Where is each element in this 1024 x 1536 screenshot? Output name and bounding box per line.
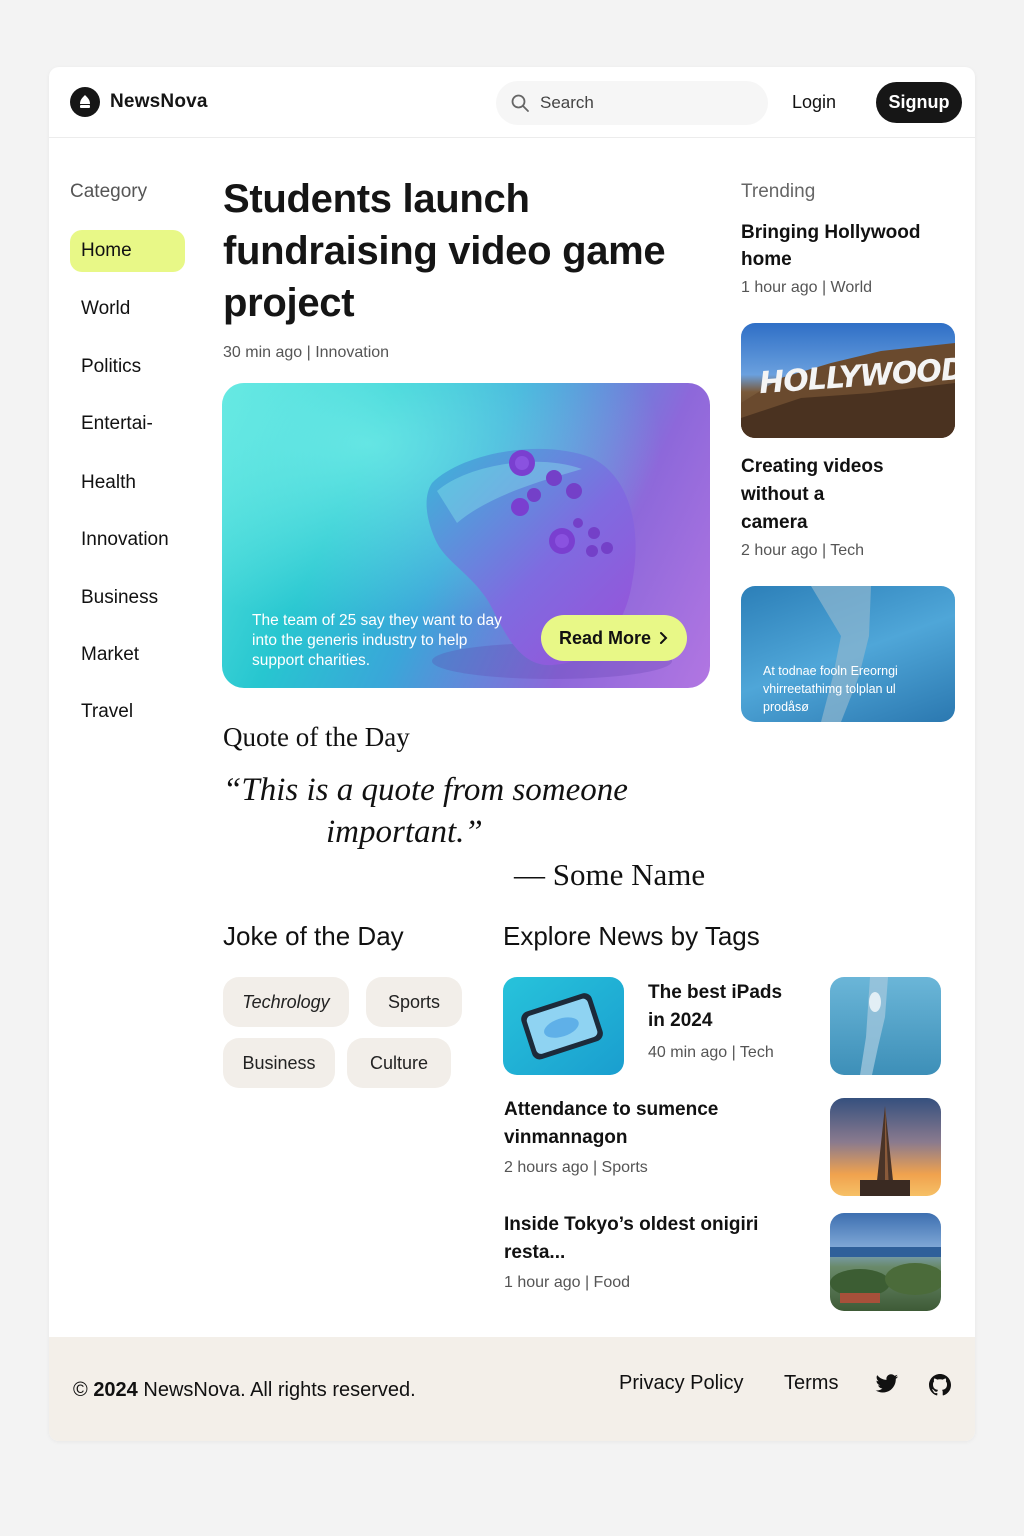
article-title-ipads[interactable]: The best iPads in 2024 [648, 979, 782, 1035]
article-title-line: resta... [504, 1242, 566, 1263]
sidebar-item-market[interactable]: Market [70, 634, 185, 676]
category-heading: Category [70, 181, 148, 202]
statue-image [860, 977, 888, 1075]
joke-heading: Joke of the Day [223, 921, 404, 951]
sidebar-item-health[interactable]: Health [70, 462, 185, 504]
sidebar-item-home[interactable]: Home [70, 230, 185, 272]
trending-title-line: home [741, 249, 792, 270]
hero-summary: The team of 25 say they want to day into… [252, 612, 502, 669]
trending-title-line: camera [741, 512, 808, 533]
spire-thumbnail[interactable] [830, 1098, 941, 1196]
quote-heading: Quote of the Day [223, 722, 410, 752]
article-meta-tokyo: 1 hour ago | Food [504, 1274, 631, 1291]
quote-author: — Some Name [514, 857, 706, 892]
login-link[interactable]: Login [792, 92, 836, 113]
hollywood-thumbnail[interactable]: HOLLYWOOD [741, 323, 955, 438]
trending-meta-videos: 2 hour ago | Tech [741, 542, 865, 559]
top-nav: NewsNova Login Signup [49, 67, 975, 138]
twitter-icon[interactable] [875, 1373, 899, 1395]
terms-link[interactable]: Terms [784, 1372, 838, 1395]
caption-line: vhirreetathimg tolplan ul [763, 682, 896, 696]
trending-card-caption: At todnae fooln Ereorngi vhirreetathimg … [763, 662, 898, 716]
article-title-line: vinmannagon [504, 1127, 628, 1148]
search-input[interactable] [540, 81, 750, 125]
ipad-thumbnail[interactable] [503, 977, 624, 1075]
trending-title-line: Bringing Hollywood [741, 222, 921, 243]
page-card: NewsNova Login Signup Category Home Worl… [49, 67, 975, 1441]
github-icon[interactable] [928, 1373, 952, 1397]
tag-culture[interactable]: Culture [347, 1038, 451, 1088]
main-article-meta: 30 min ago | Innovation [223, 344, 390, 361]
privacy-policy-link[interactable]: Privacy Policy [619, 1372, 743, 1395]
article-title-line: Inside Tokyo’s oldest onigiri [504, 1214, 759, 1235]
tag-technology[interactable]: Techrology [223, 977, 349, 1027]
article-title-line: in 2024 [648, 1010, 713, 1031]
article-meta-ipads: 40 min ago | Tech [648, 1044, 774, 1061]
brand-name[interactable]: NewsNova [110, 91, 208, 113]
statue-thumbnail[interactable] [830, 977, 941, 1075]
explore-heading: Explore News by Tags [503, 921, 760, 951]
hero-card[interactable]: The team of 25 say they want to day into… [222, 383, 710, 688]
article-title-line: Attendance to sumence [504, 1099, 719, 1120]
footer: © 2024 NewsNova. All rights reserved. Pr… [49, 1337, 975, 1441]
quote-text: “This is a quote from someone important.… [223, 769, 723, 853]
main-headline[interactable]: Students launch fundraising video game p… [223, 173, 723, 329]
trending-title-hollywood[interactable]: Bringing Hollywood home [741, 219, 920, 273]
caption-line: At todnae fooln Ereorngi [763, 664, 898, 678]
caption-line: prodåsø [763, 700, 809, 714]
copyright-symbol: © [73, 1379, 88, 1401]
trending-title-videos[interactable]: Creating videos without a camera [741, 453, 884, 537]
ipad-illustration [521, 993, 603, 1060]
article-title-tokyo[interactable]: Inside Tokyo’s oldest onigiri resta... [504, 1211, 758, 1267]
search-bar[interactable] [496, 81, 768, 125]
article-title-line: The best iPads [648, 982, 783, 1003]
copyright-text: © 2024 NewsNova. All rights reserved. [73, 1379, 416, 1402]
coast-image [830, 1247, 941, 1303]
tag-business[interactable]: Business [223, 1038, 335, 1088]
spire-image [860, 1106, 910, 1196]
search-icon [511, 94, 529, 112]
sidebar-item-business[interactable]: Business [70, 577, 185, 619]
quote-line-2: important.” [326, 814, 483, 850]
copyright-rest: NewsNova. All rights reserved. [143, 1379, 416, 1401]
copyright-year: 2024 [93, 1379, 138, 1401]
trending-meta-hollywood: 1 hour ago | World [741, 279, 873, 296]
sidebar-item-politics[interactable]: Politics [70, 346, 185, 388]
trending-title-line: Creating videos [741, 456, 884, 477]
tag-sports[interactable]: Sports [366, 977, 462, 1027]
trending-title-line: without a [741, 484, 825, 505]
chevron-right-icon [660, 632, 668, 644]
sidebar-item-travel[interactable]: Travel [70, 691, 185, 733]
article-meta-attendance: 2 hours ago | Sports [504, 1159, 648, 1176]
trending-heading: Trending [741, 181, 816, 202]
sidebar-item-world[interactable]: World [70, 288, 185, 330]
read-more-button[interactable]: Read More [541, 615, 687, 661]
sidebar-item-entertainment[interactable]: Entertai- [70, 403, 185, 445]
article-title-attendance[interactable]: Attendance to sumence vinmannagon [504, 1096, 718, 1152]
trending-card-thumbnail[interactable]: At todnae fooln Ereorngi vhirreetathimg … [741, 586, 955, 722]
signup-button[interactable]: Signup [876, 82, 962, 123]
read-more-label: Read More [558, 627, 652, 648]
quote-line-1: “This is a quote from someone [223, 772, 628, 808]
coast-thumbnail[interactable] [830, 1213, 941, 1311]
logo-icon[interactable] [70, 87, 100, 117]
sidebar-item-innovation[interactable]: Innovation [70, 519, 185, 561]
